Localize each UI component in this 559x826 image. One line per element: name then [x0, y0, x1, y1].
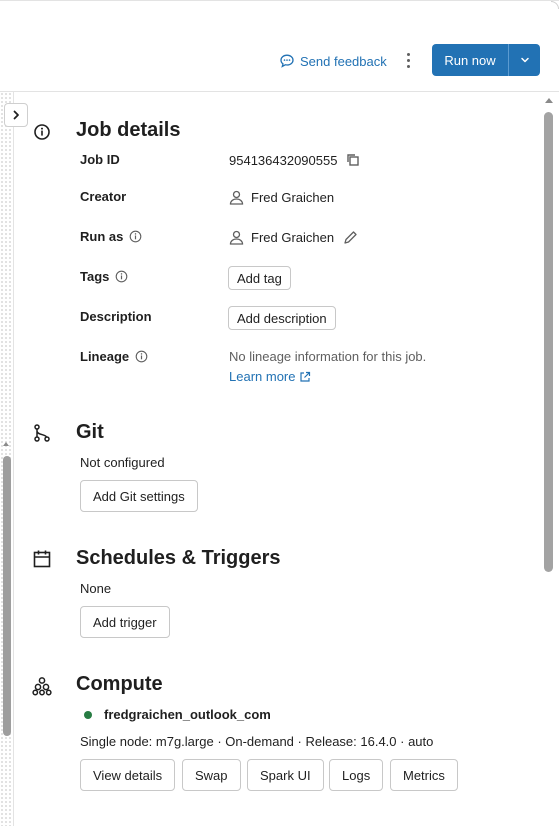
- run-as-value: Fred Graichen: [228, 229, 358, 246]
- spark-ui-button[interactable]: Spark UI: [247, 759, 324, 791]
- send-feedback-link[interactable]: Send feedback: [279, 52, 387, 70]
- creator-value: Fred Graichen: [228, 189, 334, 206]
- lineage-text: No lineage information for this job.: [229, 349, 427, 364]
- creator-label: Creator: [80, 189, 127, 204]
- view-details-button[interactable]: View details: [80, 759, 176, 791]
- cluster-name-link[interactable]: fredgraichen_outlook_com: [84, 707, 271, 722]
- more-options-button[interactable]: [399, 50, 417, 70]
- git-status: Not configured: [80, 455, 165, 470]
- chevron-right-icon: [13, 110, 19, 120]
- lineage-label: Lineage: [80, 349, 148, 364]
- metrics-button[interactable]: Metrics: [390, 759, 458, 791]
- left-scrollbar-thumb[interactable]: [3, 456, 11, 736]
- expand-panel-button[interactable]: [4, 103, 28, 127]
- calendar-icon: [33, 550, 51, 568]
- run-options-dropdown-button[interactable]: [509, 44, 540, 76]
- git-title: Git: [76, 421, 104, 443]
- info-circle-icon: [34, 124, 50, 140]
- chevron-down-icon: [520, 57, 529, 63]
- external-link-icon: [300, 371, 311, 382]
- copy-icon[interactable]: [345, 152, 361, 168]
- right-scroll-up-arrow[interactable]: [544, 96, 554, 104]
- run-now-button-group: Run now: [432, 44, 540, 76]
- send-feedback-label: Send feedback: [300, 53, 387, 69]
- schedules-triggers-title: Schedules & Triggers: [76, 547, 281, 569]
- job-details-title: Job details: [76, 119, 181, 141]
- logs-button[interactable]: Logs: [329, 759, 384, 791]
- info-circle-icon: [135, 350, 148, 363]
- schedules-status: None: [80, 581, 112, 596]
- add-git-settings-button[interactable]: Add Git settings: [80, 480, 198, 512]
- swap-button[interactable]: Swap: [182, 759, 241, 791]
- cluster-icon: [32, 677, 52, 696]
- run-now-button[interactable]: Run now: [432, 44, 508, 76]
- page-header: Send feedback Run now: [0, 0, 559, 92]
- git-branch-icon: [34, 424, 50, 442]
- job-id-value: 954136432090555: [229, 152, 361, 168]
- tags-label: Tags: [80, 269, 128, 284]
- add-trigger-button[interactable]: Add trigger: [80, 606, 170, 638]
- run-as-label: Run as: [80, 229, 142, 244]
- job-id-label: Job ID: [80, 152, 120, 167]
- compute-title: Compute: [76, 673, 163, 695]
- add-description-button[interactable]: Add description: [228, 306, 336, 330]
- user-icon: [229, 230, 244, 245]
- cluster-status-dot: [84, 710, 92, 719]
- right-scrollbar-thumb[interactable]: [544, 112, 553, 572]
- add-tag-button[interactable]: Add tag: [228, 266, 291, 290]
- info-circle-icon: [129, 230, 142, 243]
- user-icon: [229, 190, 244, 205]
- left-scroll-up-arrow[interactable]: [2, 440, 10, 448]
- pencil-icon[interactable]: [342, 230, 358, 246]
- learn-more-link[interactable]: Learn more: [229, 369, 311, 384]
- chat-bubble-icon: [280, 54, 294, 68]
- cluster-details: Single node: m7g.large · On-demand · Rel…: [80, 734, 434, 749]
- more-vertical-icon: [406, 52, 410, 56]
- description-label: Description: [80, 309, 152, 324]
- info-circle-icon: [116, 270, 128, 283]
